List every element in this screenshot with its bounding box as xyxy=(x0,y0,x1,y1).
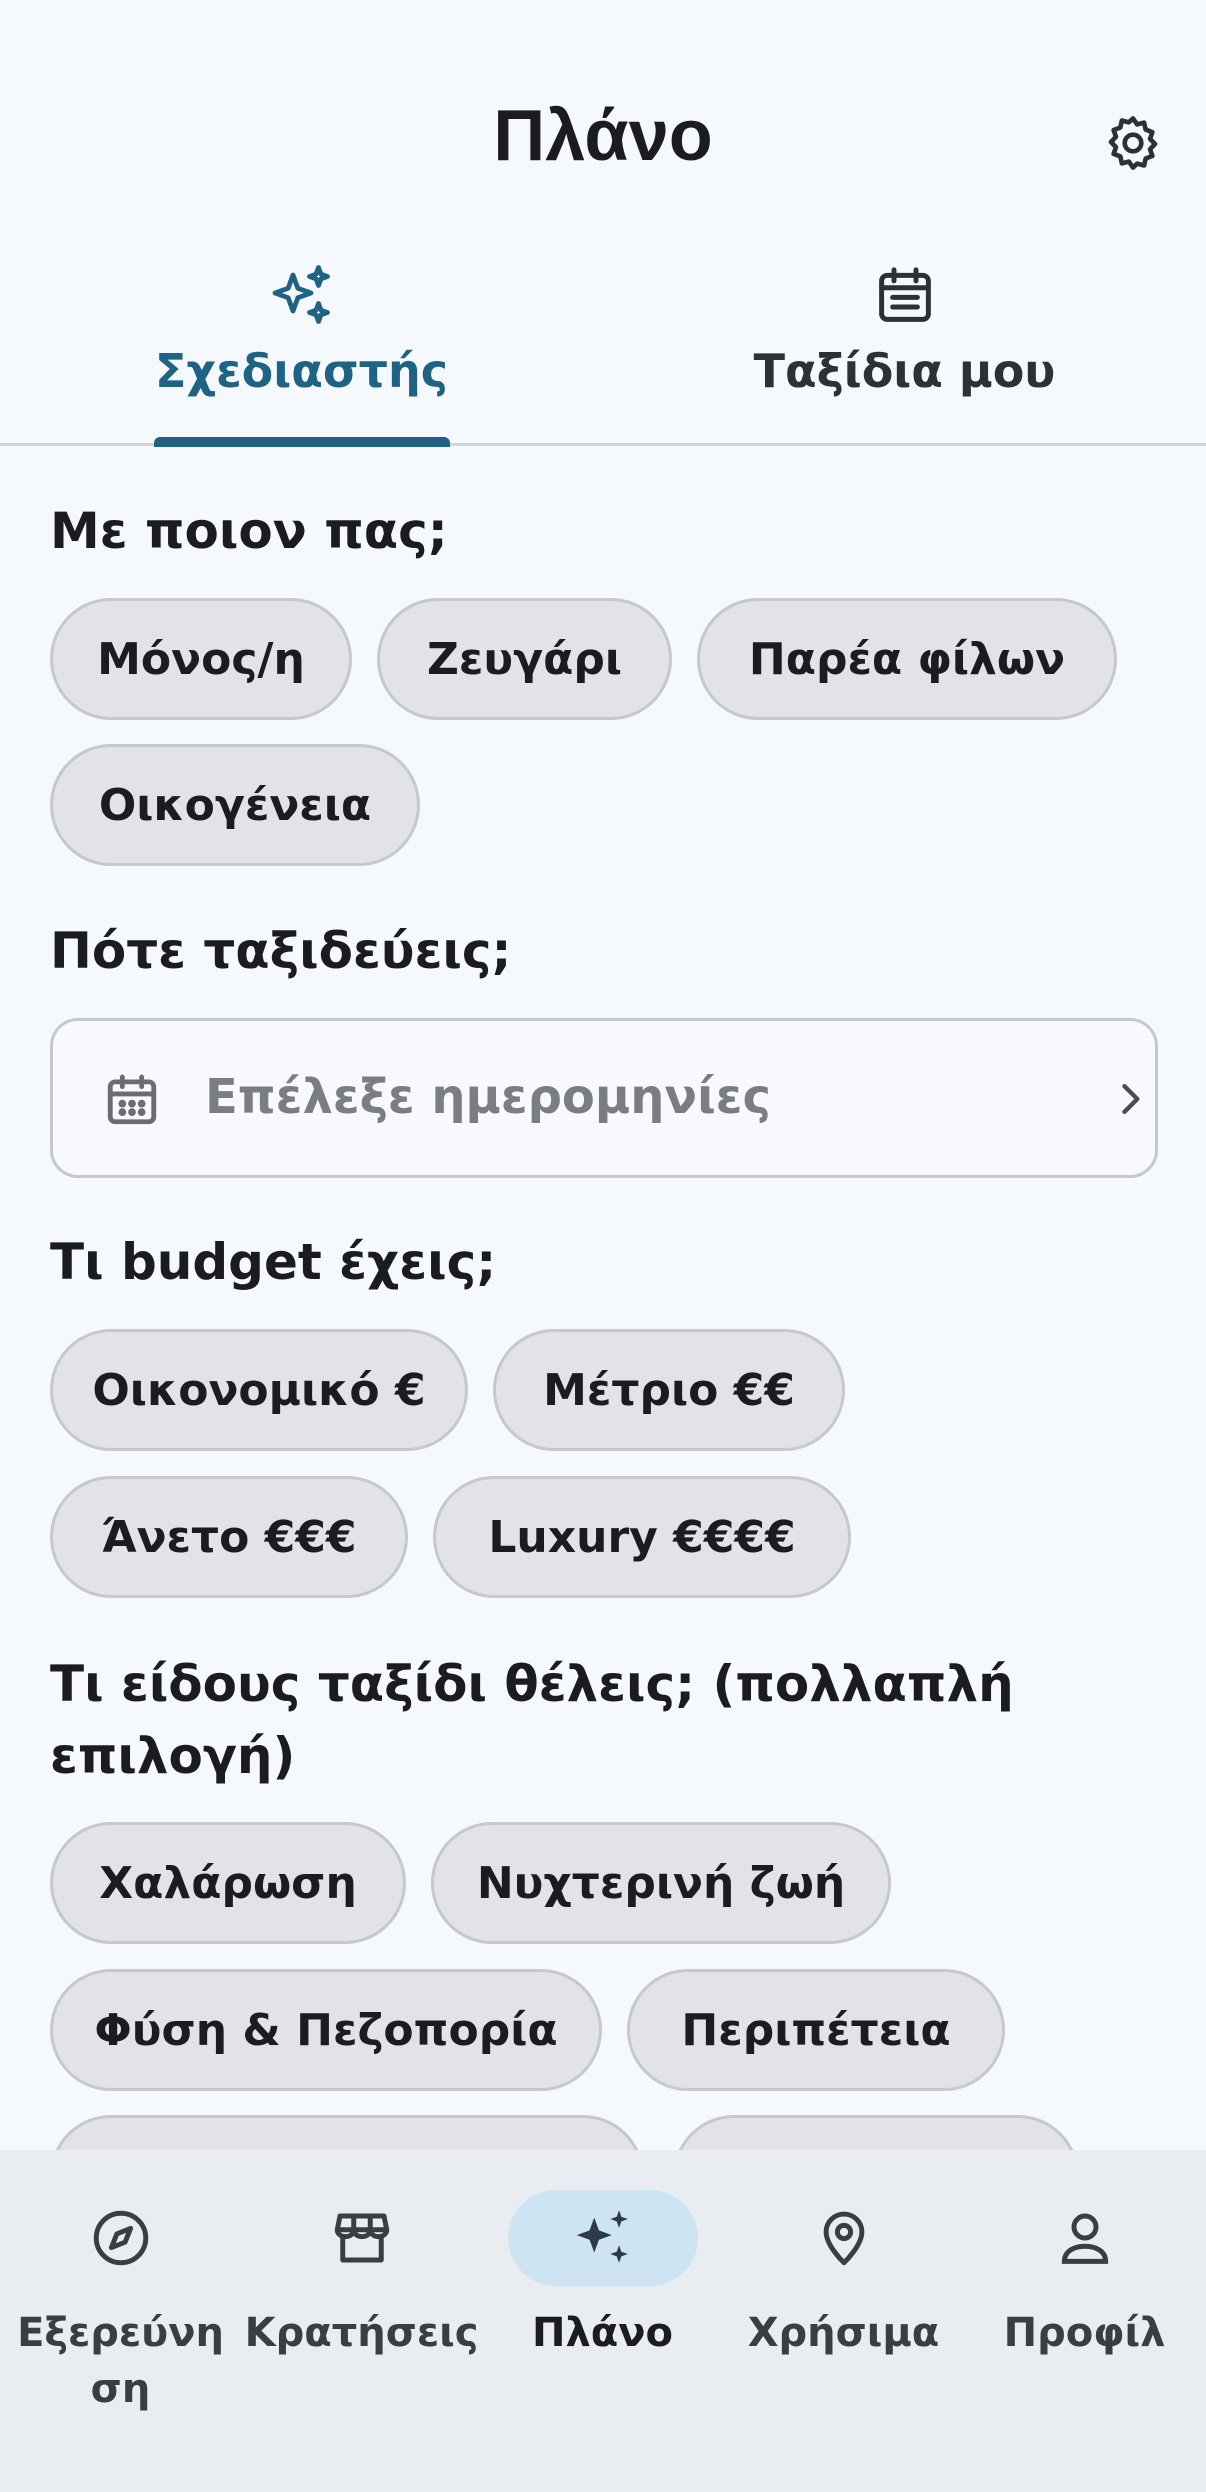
store-icon xyxy=(334,2213,389,2263)
sparkles-icon xyxy=(576,2210,628,2263)
gear-icon xyxy=(1108,116,1158,170)
nav-profile-label: Προφίλ xyxy=(1003,2310,1166,2356)
chip-family[interactable]: Οικογένεια xyxy=(50,744,420,866)
settings-button[interactable] xyxy=(1100,110,1166,176)
chip-budget-moderate[interactable]: Μέτριο €€ xyxy=(493,1329,845,1451)
person-icon xyxy=(1061,2213,1108,2264)
tab-planner-label: Σχεδιαστής xyxy=(154,344,449,398)
calendar-icon xyxy=(107,1074,157,1125)
nav-useful-label: Χρήσιμα xyxy=(747,2310,940,2356)
nav-explore-label: Εξερεύνηση xyxy=(17,2310,224,2412)
nav-plan-label: Πλάνο xyxy=(532,2310,673,2356)
chevron-right-icon xyxy=(1122,1083,1140,1115)
chip-solo[interactable]: Μόνος/η xyxy=(50,598,352,720)
chip-budget-luxury[interactable]: Luxury €€€€ xyxy=(433,1476,851,1598)
sparkles-icon xyxy=(272,265,330,324)
nav-plan-indicator xyxy=(507,2190,698,2286)
tab-bar: Σχεδιαστής Ταξίδια μου xyxy=(0,240,1206,447)
nav-plan[interactable]: Πλάνο xyxy=(482,2150,723,2492)
nav-bookings-label: Κρατήσεις xyxy=(244,2310,479,2356)
nav-useful[interactable]: Χρήσιμα xyxy=(723,2150,964,2492)
bottom-navigation: Εξερεύνηση Κρατήσεις Πλάνο Χρήσιμα Προφί… xyxy=(0,2150,1206,2492)
date-picker-field[interactable]: Επέλεξε ημερομηνίες xyxy=(50,1018,1158,1178)
date-placeholder: Επέλεξε ημερομηνίες xyxy=(205,1069,771,1125)
trip-type-title: Τι είδους ταξίδι θέλεις; (πολλαπλή επιλο… xyxy=(50,1655,1014,1785)
compass-icon xyxy=(93,2210,148,2266)
active-tab-indicator xyxy=(154,437,450,447)
chip-nightlife[interactable]: Νυχτερινή ζωή xyxy=(431,1822,891,1944)
location-pin-icon xyxy=(823,2211,864,2266)
chip-budget-comfort[interactable]: Άνετο €€€ xyxy=(50,1476,408,1598)
calendar-list-icon xyxy=(878,267,931,322)
companions-title: Με ποιον πας; xyxy=(50,502,448,560)
nav-bookings[interactable]: Κρατήσεις xyxy=(241,2150,482,2492)
nav-profile[interactable]: Προφίλ xyxy=(964,2150,1205,2492)
chip-friends[interactable]: Παρέα φίλων xyxy=(697,598,1117,720)
chip-nature-hiking[interactable]: Φύση & Πεζοπορία xyxy=(50,1969,602,2091)
dates-title: Πότε ταξιδεύεις; xyxy=(50,922,512,980)
page-title: Πλάνο xyxy=(493,96,713,176)
tab-my-trips-label: Ταξίδια μου xyxy=(753,344,1056,398)
tab-planner[interactable]: Σχεδιαστής xyxy=(0,240,603,446)
chip-adventure[interactable]: Περιπέτεια xyxy=(627,1969,1005,2091)
nav-explore[interactable]: Εξερεύνηση xyxy=(0,2150,241,2492)
budget-title: Τι budget έχεις; xyxy=(50,1233,497,1291)
tab-my-trips[interactable]: Ταξίδια μου xyxy=(603,240,1206,446)
app-header: Πλάνο xyxy=(0,0,1206,230)
chip-relaxation[interactable]: Χαλάρωση xyxy=(50,1822,406,1944)
chip-budget-economy[interactable]: Οικονομικό € xyxy=(50,1329,468,1451)
chip-couple[interactable]: Ζευγάρι xyxy=(377,598,672,720)
